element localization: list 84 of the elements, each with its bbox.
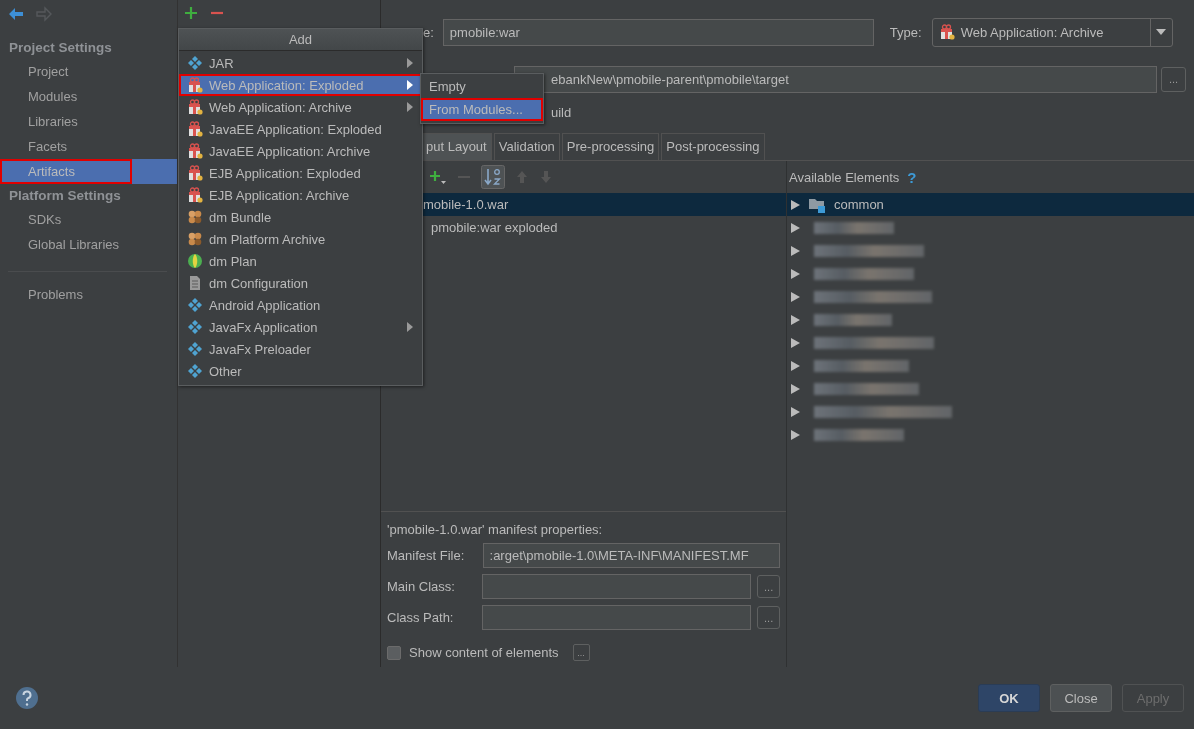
sidebar-item[interactable]: SDKs [0, 207, 177, 232]
manifest-field[interactable] [482, 574, 752, 599]
output-directory-field[interactable]: ebankNew\pmobile-parent\pmobile\target [514, 65, 1157, 93]
type-dropdown[interactable]: Web Application: Archive [931, 17, 1173, 47]
browse-button[interactable]: ... [1161, 66, 1186, 92]
sort-alphabetically-icon[interactable] [481, 165, 505, 189]
tree-row[interactable]: common [787, 193, 1194, 216]
help-mark[interactable]: ? [907, 168, 917, 186]
name-field[interactable]: pmobile:war [442, 18, 874, 46]
type-label: Type: [889, 24, 922, 40]
module-folder-icon [808, 196, 826, 213]
menu-item[interactable]: JavaFx Preloader [179, 338, 422, 360]
expand-arrow-icon[interactable] [791, 406, 800, 417]
section-heading: Platform Settings [8, 187, 122, 205]
menu-item[interactable]: JavaEE Application: Archive [179, 140, 422, 162]
menu-item[interactable]: dm Platform Archive [179, 228, 422, 250]
dialog-button[interactable]: Close [1050, 684, 1112, 712]
manifest-title: 'pmobile-1.0.war' manifest properties: [387, 522, 604, 537]
build-checkbox-label: uild [551, 104, 572, 120]
manifest-field[interactable]: :arget\pmobile-1.0\META-INF\MANIFEST.MF [482, 543, 780, 568]
expand-arrow-icon[interactable] [791, 222, 800, 233]
gift-box-icon [187, 99, 203, 115]
name-label: e: [423, 24, 434, 40]
sidebar-item[interactable]: Project [0, 59, 177, 84]
gift-box-icon [187, 121, 203, 137]
gift-box-icon [938, 24, 955, 40]
section-heading: Project Settings [8, 39, 113, 57]
expand-arrow-icon[interactable] [791, 199, 800, 210]
gift-box-icon [187, 77, 203, 93]
expand-arrow-icon[interactable] [791, 337, 800, 348]
gift-box-icon [187, 187, 203, 203]
more-button[interactable]: ... [572, 644, 590, 661]
sidebar-item[interactable]: Problems [0, 282, 177, 307]
caret-icon [1156, 29, 1167, 35]
menu-item[interactable]: Android Application [179, 294, 422, 316]
back-arrow-icon[interactable] [8, 6, 24, 22]
menu-item[interactable]: JAR [179, 52, 422, 74]
tab[interactable]: Pre-processing [561, 133, 660, 160]
menu-title: Add [179, 29, 422, 51]
available-elements-title: Available Elements [789, 169, 900, 185]
diamond-cluster-icon [187, 363, 203, 379]
field-label: Manifest File: [387, 548, 466, 563]
sidebar-item[interactable]: Libraries [0, 109, 177, 134]
menu-item[interactable]: EJB Application: Exploded [179, 162, 422, 184]
menu-item[interactable]: Web Application: Archive [179, 96, 422, 118]
browse-button[interactable]: ... [757, 606, 780, 629]
field-label: Main Class: [387, 579, 456, 594]
diamond-cluster-icon [187, 341, 203, 357]
expand-arrow-icon[interactable] [791, 383, 800, 394]
help-icon[interactable] [15, 686, 39, 710]
tab[interactable]: Validation [493, 133, 560, 160]
browse-button[interactable]: ... [757, 575, 780, 598]
sidebar-item[interactable]: Global Libraries [0, 232, 177, 257]
checkbox[interactable] [387, 645, 401, 660]
dialog-button[interactable]: OK [978, 684, 1040, 712]
add-icon[interactable] [184, 6, 198, 20]
diamond-cluster-icon [187, 319, 203, 335]
tab[interactable]: put Layout [421, 133, 492, 160]
checkbox-label: Show content of elements [409, 645, 559, 660]
menu-item[interactable]: JavaFx Application [179, 316, 422, 338]
expand-arrow-icon[interactable] [791, 291, 800, 302]
bundle-icon [187, 209, 203, 225]
menu-item[interactable]: dm Plan [179, 250, 422, 272]
sidebar-item[interactable]: Facets [0, 134, 177, 159]
document-icon [187, 275, 203, 291]
expand-arrow-icon[interactable] [791, 360, 800, 371]
diamond-cluster-icon [187, 55, 203, 71]
expand-arrow-icon[interactable] [791, 429, 800, 440]
gift-box-icon [187, 165, 203, 181]
tab[interactable]: Post-processing [661, 133, 765, 160]
menu-item[interactable]: JavaEE Application: Exploded [179, 118, 422, 140]
sidebar-item[interactable]: Modules [0, 84, 177, 109]
manifest-field[interactable] [482, 605, 752, 630]
expand-arrow-icon[interactable] [791, 314, 800, 325]
field-label: Class Path: [387, 610, 455, 625]
add-dropdown-icon[interactable] [429, 169, 447, 185]
gift-box-icon [187, 143, 203, 159]
bundle-icon [187, 231, 203, 247]
globe-icon [187, 253, 203, 269]
diamond-cluster-icon [187, 297, 203, 313]
expand-arrow-icon[interactable] [791, 245, 800, 256]
menu-item[interactable]: Other [179, 360, 422, 382]
expand-arrow-icon[interactable] [791, 268, 800, 279]
menu-item[interactable]: dm Configuration [179, 272, 422, 294]
